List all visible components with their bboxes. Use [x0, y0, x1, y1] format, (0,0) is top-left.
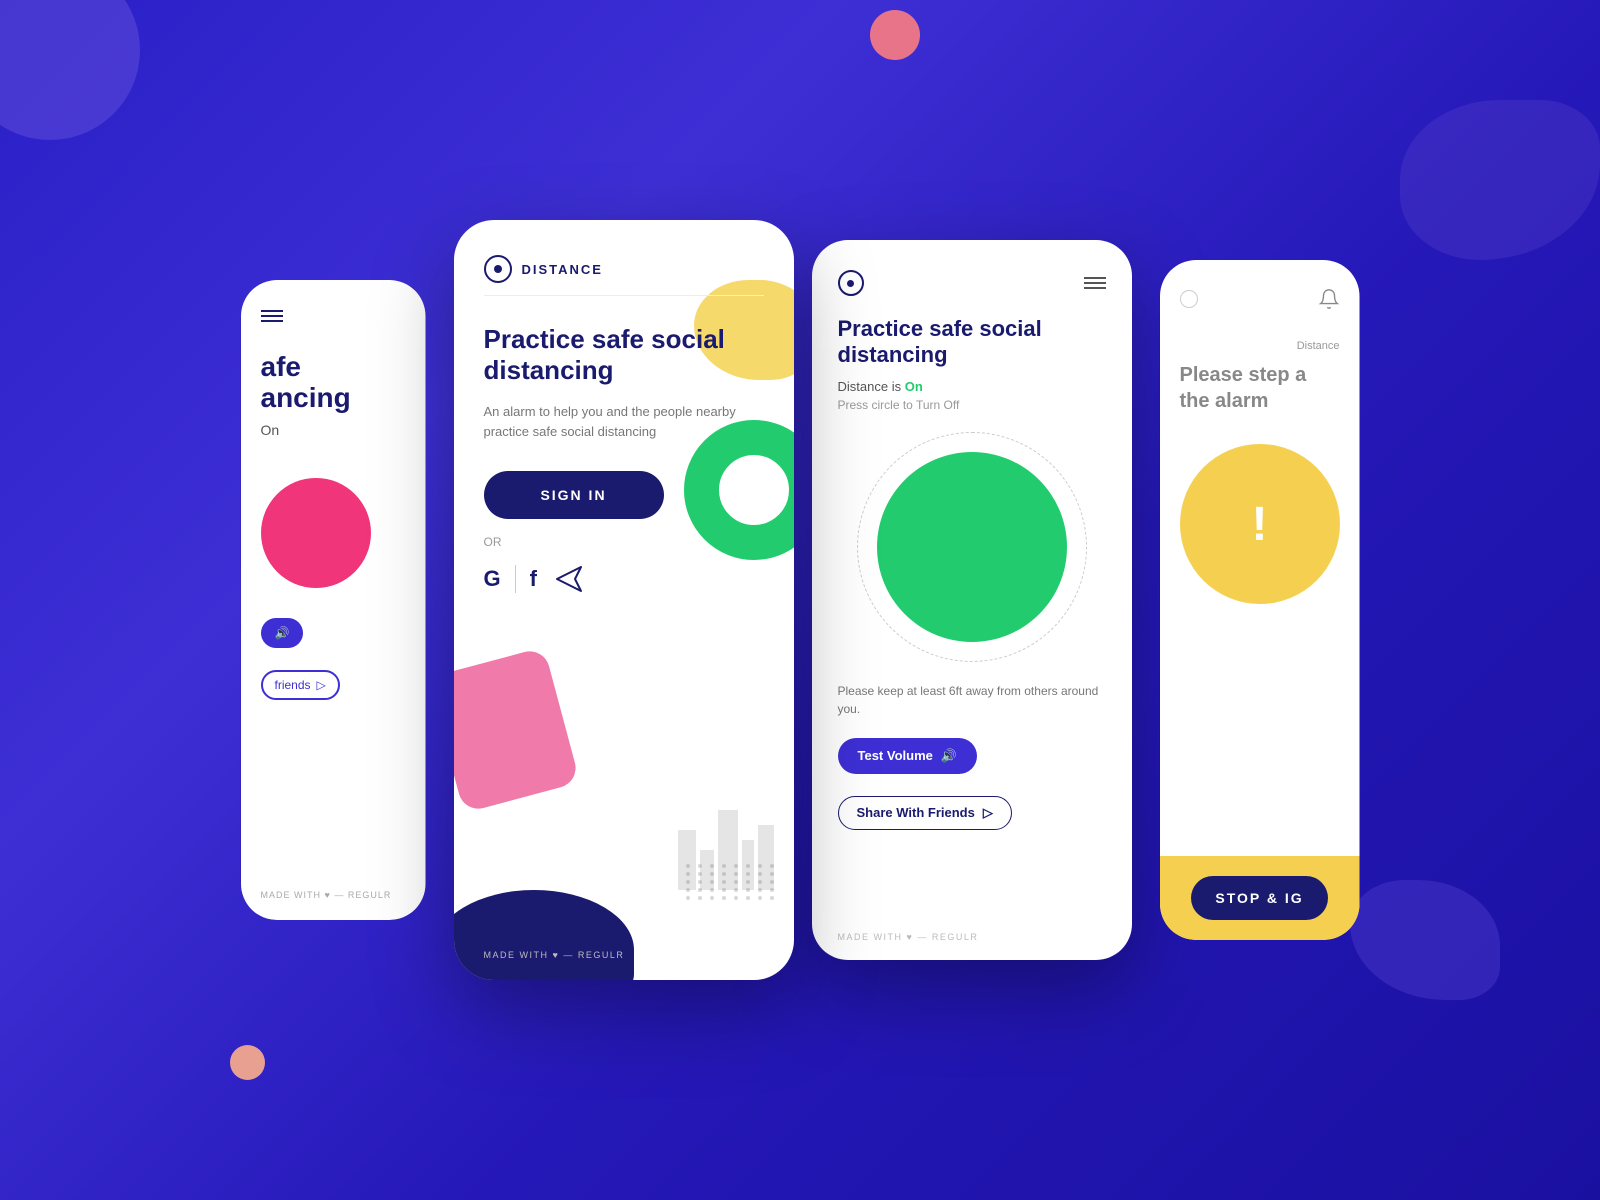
- p3-header: [838, 270, 1106, 296]
- p2-facebook-button[interactable]: f: [530, 566, 537, 592]
- p3-menu-icon: [1084, 277, 1106, 289]
- bg-circle-top: [870, 10, 920, 60]
- phone-3: Practice safe social distancing Distance…: [812, 240, 1132, 960]
- p2-or-label: OR: [484, 535, 764, 549]
- phones-container: afe ancing On 🔊 friends ▷ MADE WITH ♥ — …: [231, 220, 1370, 980]
- bg-blob-1: [1400, 100, 1600, 260]
- p1-title: afe ancing: [261, 352, 406, 414]
- p2-send-button[interactable]: [551, 561, 587, 597]
- bg-circle-1: [0, 0, 140, 140]
- p4-header: [1180, 288, 1340, 310]
- p4-title: Please step a the alarm: [1180, 362, 1340, 414]
- phone-2: DISTANCE Practice safe social distancing…: [454, 220, 794, 980]
- p1-pink-circle: [261, 478, 371, 588]
- p3-share-button[interactable]: Share With Friends ▷: [838, 796, 1012, 830]
- p3-outer-ring: [857, 432, 1087, 662]
- p3-status-row: Distance is On: [838, 379, 1106, 394]
- p4-distance-label: Distance: [1180, 340, 1340, 352]
- p1-volume-button[interactable]: 🔊: [261, 618, 304, 648]
- p4-exclaim-mark: !: [1252, 497, 1268, 552]
- p2-logo-icon: [484, 255, 512, 283]
- p2-logo-dot: [494, 265, 502, 273]
- p3-green-circle: [877, 452, 1067, 642]
- p4-alarm-circle: !: [1180, 444, 1340, 604]
- p2-divider: [484, 295, 764, 296]
- p2-google-button[interactable]: G: [484, 566, 501, 592]
- bg-blob-2: [1350, 880, 1500, 1000]
- p2-signin-button[interactable]: SIGN IN: [484, 471, 664, 519]
- p2-social-divider: [515, 565, 516, 593]
- bg-circle-bottom: [230, 1045, 265, 1080]
- phone-1: afe ancing On 🔊 friends ▷ MADE WITH ♥ — …: [241, 280, 426, 920]
- p2-logo-text: DISTANCE: [522, 262, 603, 277]
- p1-footer: MADE WITH ♥ — REGULR: [261, 890, 392, 900]
- p4-stop-button[interactable]: STOP & IG: [1191, 876, 1327, 920]
- p1-friends-button[interactable]: friends ▷: [261, 670, 340, 700]
- p2-header: DISTANCE: [484, 255, 764, 283]
- p1-on-text: On: [261, 422, 406, 438]
- p3-circle-area[interactable]: [838, 432, 1106, 662]
- p3-on-text: On: [905, 379, 923, 394]
- p2-social-row: G f: [484, 561, 764, 597]
- phone-4: Distance Please step a the alarm ! STOP …: [1160, 260, 1360, 940]
- p3-logo-dot: [847, 280, 854, 287]
- p3-test-volume-button[interactable]: Test Volume 🔊: [838, 738, 978, 774]
- p4-status-dot: [1180, 290, 1198, 308]
- p3-logo-icon: [838, 270, 864, 296]
- p3-keep-text: Please keep at least 6ft away from other…: [838, 682, 1106, 718]
- p3-footer: MADE WITH ♥ — REGULR: [838, 932, 979, 942]
- p3-press-text: Press circle to Turn Off: [838, 398, 1106, 412]
- p1-menu-icon: [261, 310, 406, 322]
- p2-subtitle: An alarm to help you and the people near…: [484, 402, 764, 441]
- p4-bell-icon: [1318, 288, 1340, 310]
- p2-footer: MADE WITH ♥ — REGULR: [484, 950, 625, 960]
- p3-title: Practice safe social distancing: [838, 316, 1106, 369]
- p2-title: Practice safe social distancing: [484, 324, 764, 386]
